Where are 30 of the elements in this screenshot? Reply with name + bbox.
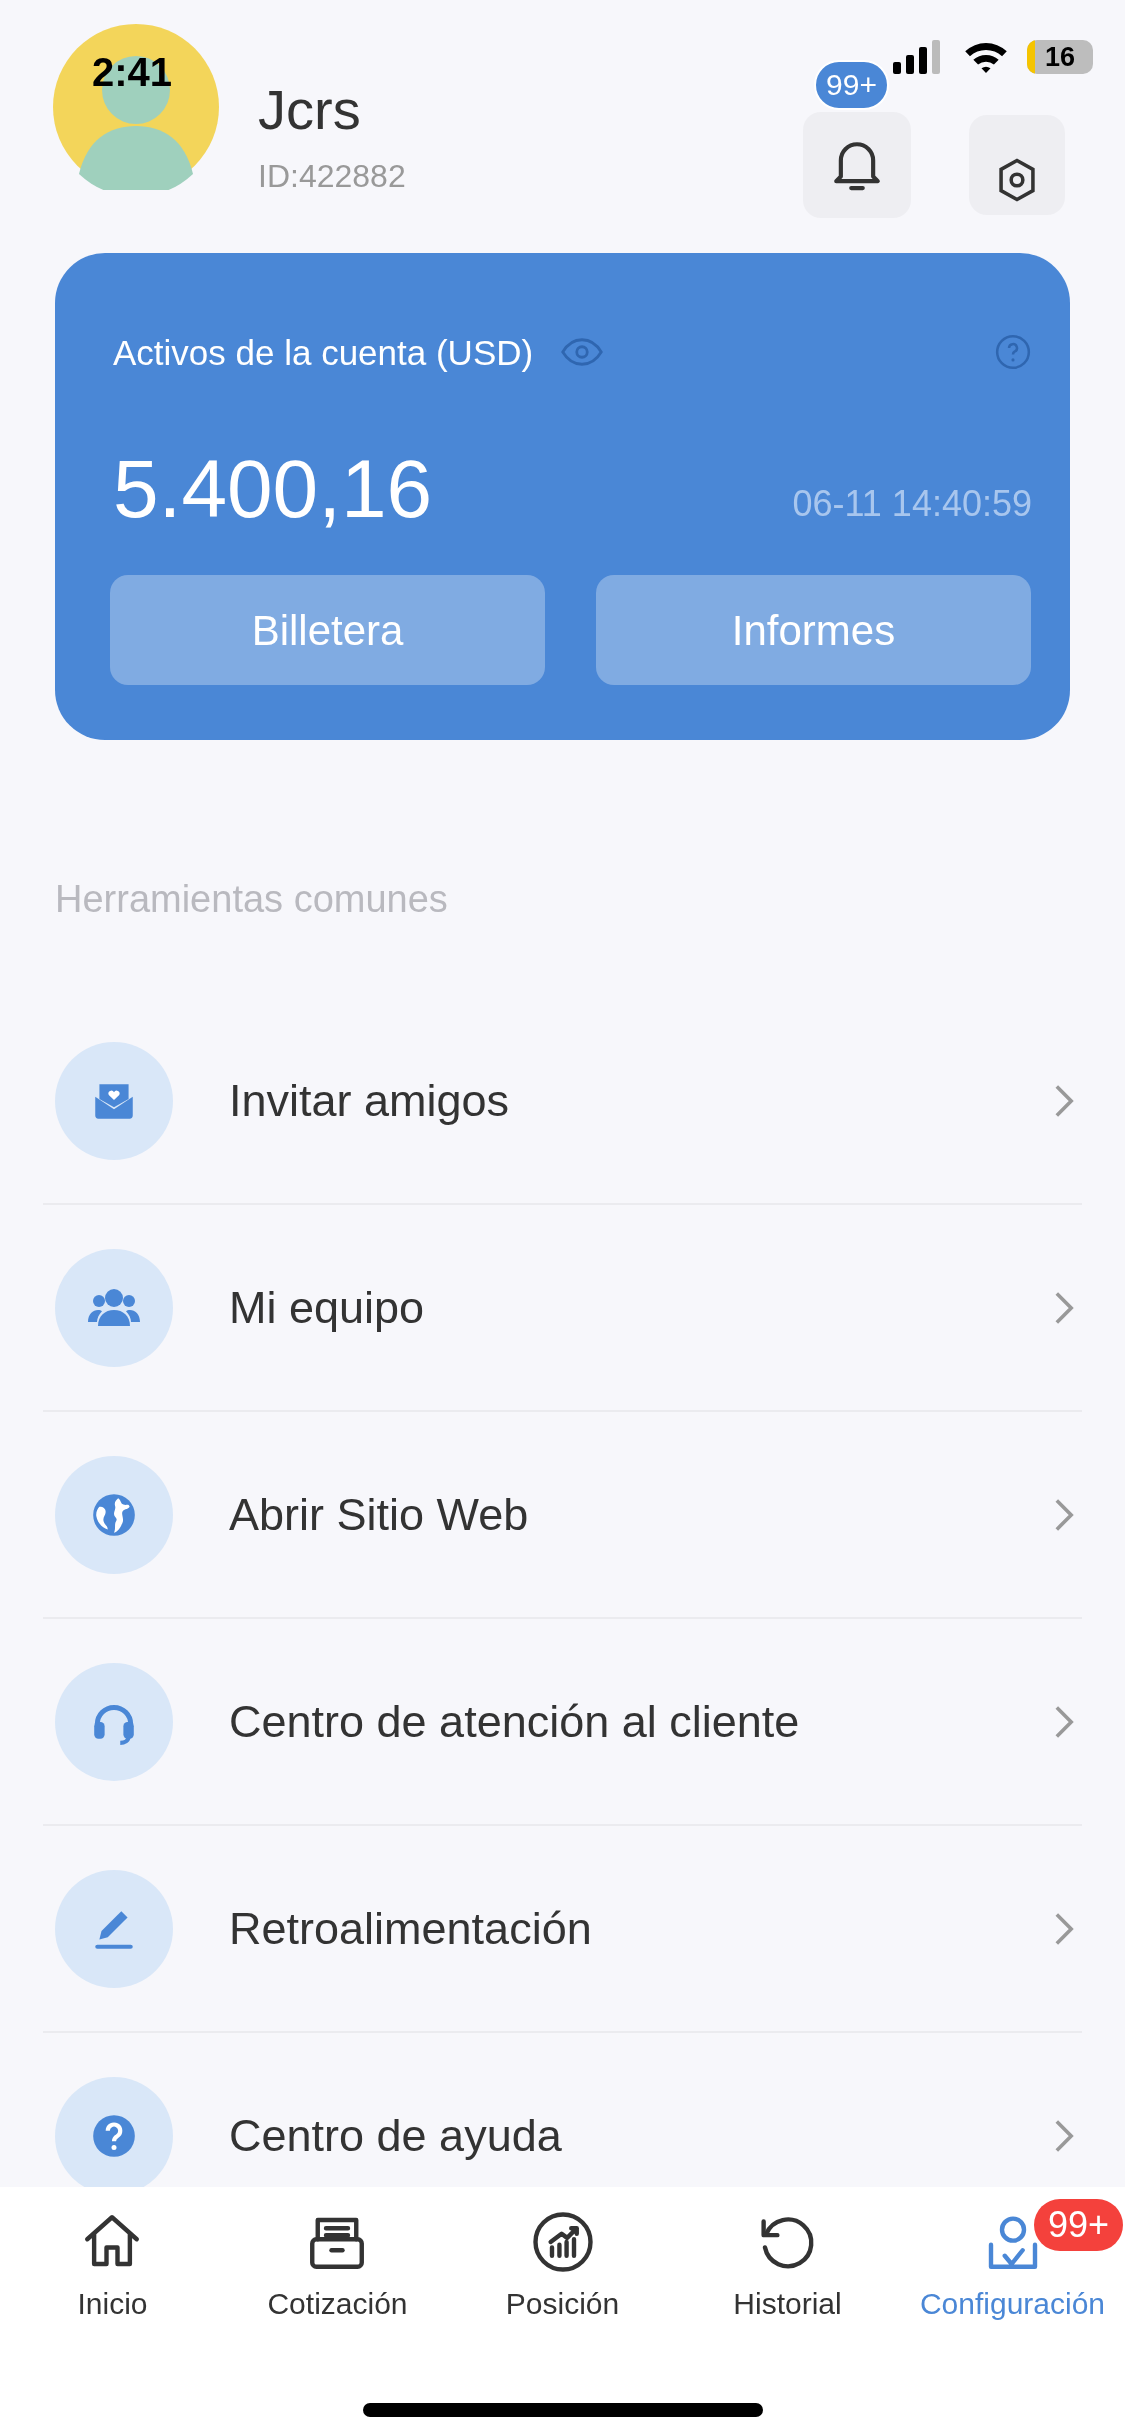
timestamp: 06-11 14:40:59 [792, 486, 1032, 522]
tool-label: Mi equipo [229, 1285, 425, 1330]
tool-label: Abrir Sitio Web [229, 1492, 529, 1537]
tool-label: Invitar amigos [229, 1078, 510, 1123]
tab-item[interactable]: Historial [733, 2209, 842, 2319]
tool-label: Centro de ayuda [229, 2113, 562, 2158]
tab-item[interactable]: Cotización [267, 2209, 408, 2319]
tab-item[interactable]: Inicio [77, 2209, 148, 2319]
battery-indicator: 16 [1027, 40, 1093, 74]
card-title: Activos de la cuenta (USD) [113, 334, 534, 370]
status-time: 2:41 [92, 50, 173, 94]
user-name: Jcrs [258, 82, 362, 138]
wifi-icon [963, 40, 1009, 74]
notifications-button[interactable] [803, 112, 911, 218]
tool-label: Centro de atención al cliente [229, 1699, 800, 1744]
help-icon [994, 333, 1032, 371]
tool-list-item[interactable]: Centro de atención al cliente [43, 1619, 1082, 1824]
section-title: Herramientas comunes [55, 880, 449, 918]
user-id: ID:422882 [258, 160, 406, 192]
tab-item[interactable]: Posición [505, 2209, 620, 2319]
tool-list-item[interactable]: Abrir Sitio Web [43, 1412, 1082, 1617]
tool-list-item[interactable]: Invitar amigos [43, 998, 1082, 1203]
eye-icon [561, 337, 604, 367]
notification-badge: 99+ [814, 60, 889, 110]
settings-button[interactable] [969, 115, 1065, 215]
tool-label: Retroalimentación [229, 1906, 592, 1951]
balance-amount: 5.400,16 [113, 448, 433, 530]
tool-list-item[interactable]: Mi equipo [43, 1205, 1082, 1410]
tool-list-item[interactable]: Retroalimentación [43, 1826, 1082, 2031]
tab-badge: 99+ [1033, 2199, 1123, 2251]
